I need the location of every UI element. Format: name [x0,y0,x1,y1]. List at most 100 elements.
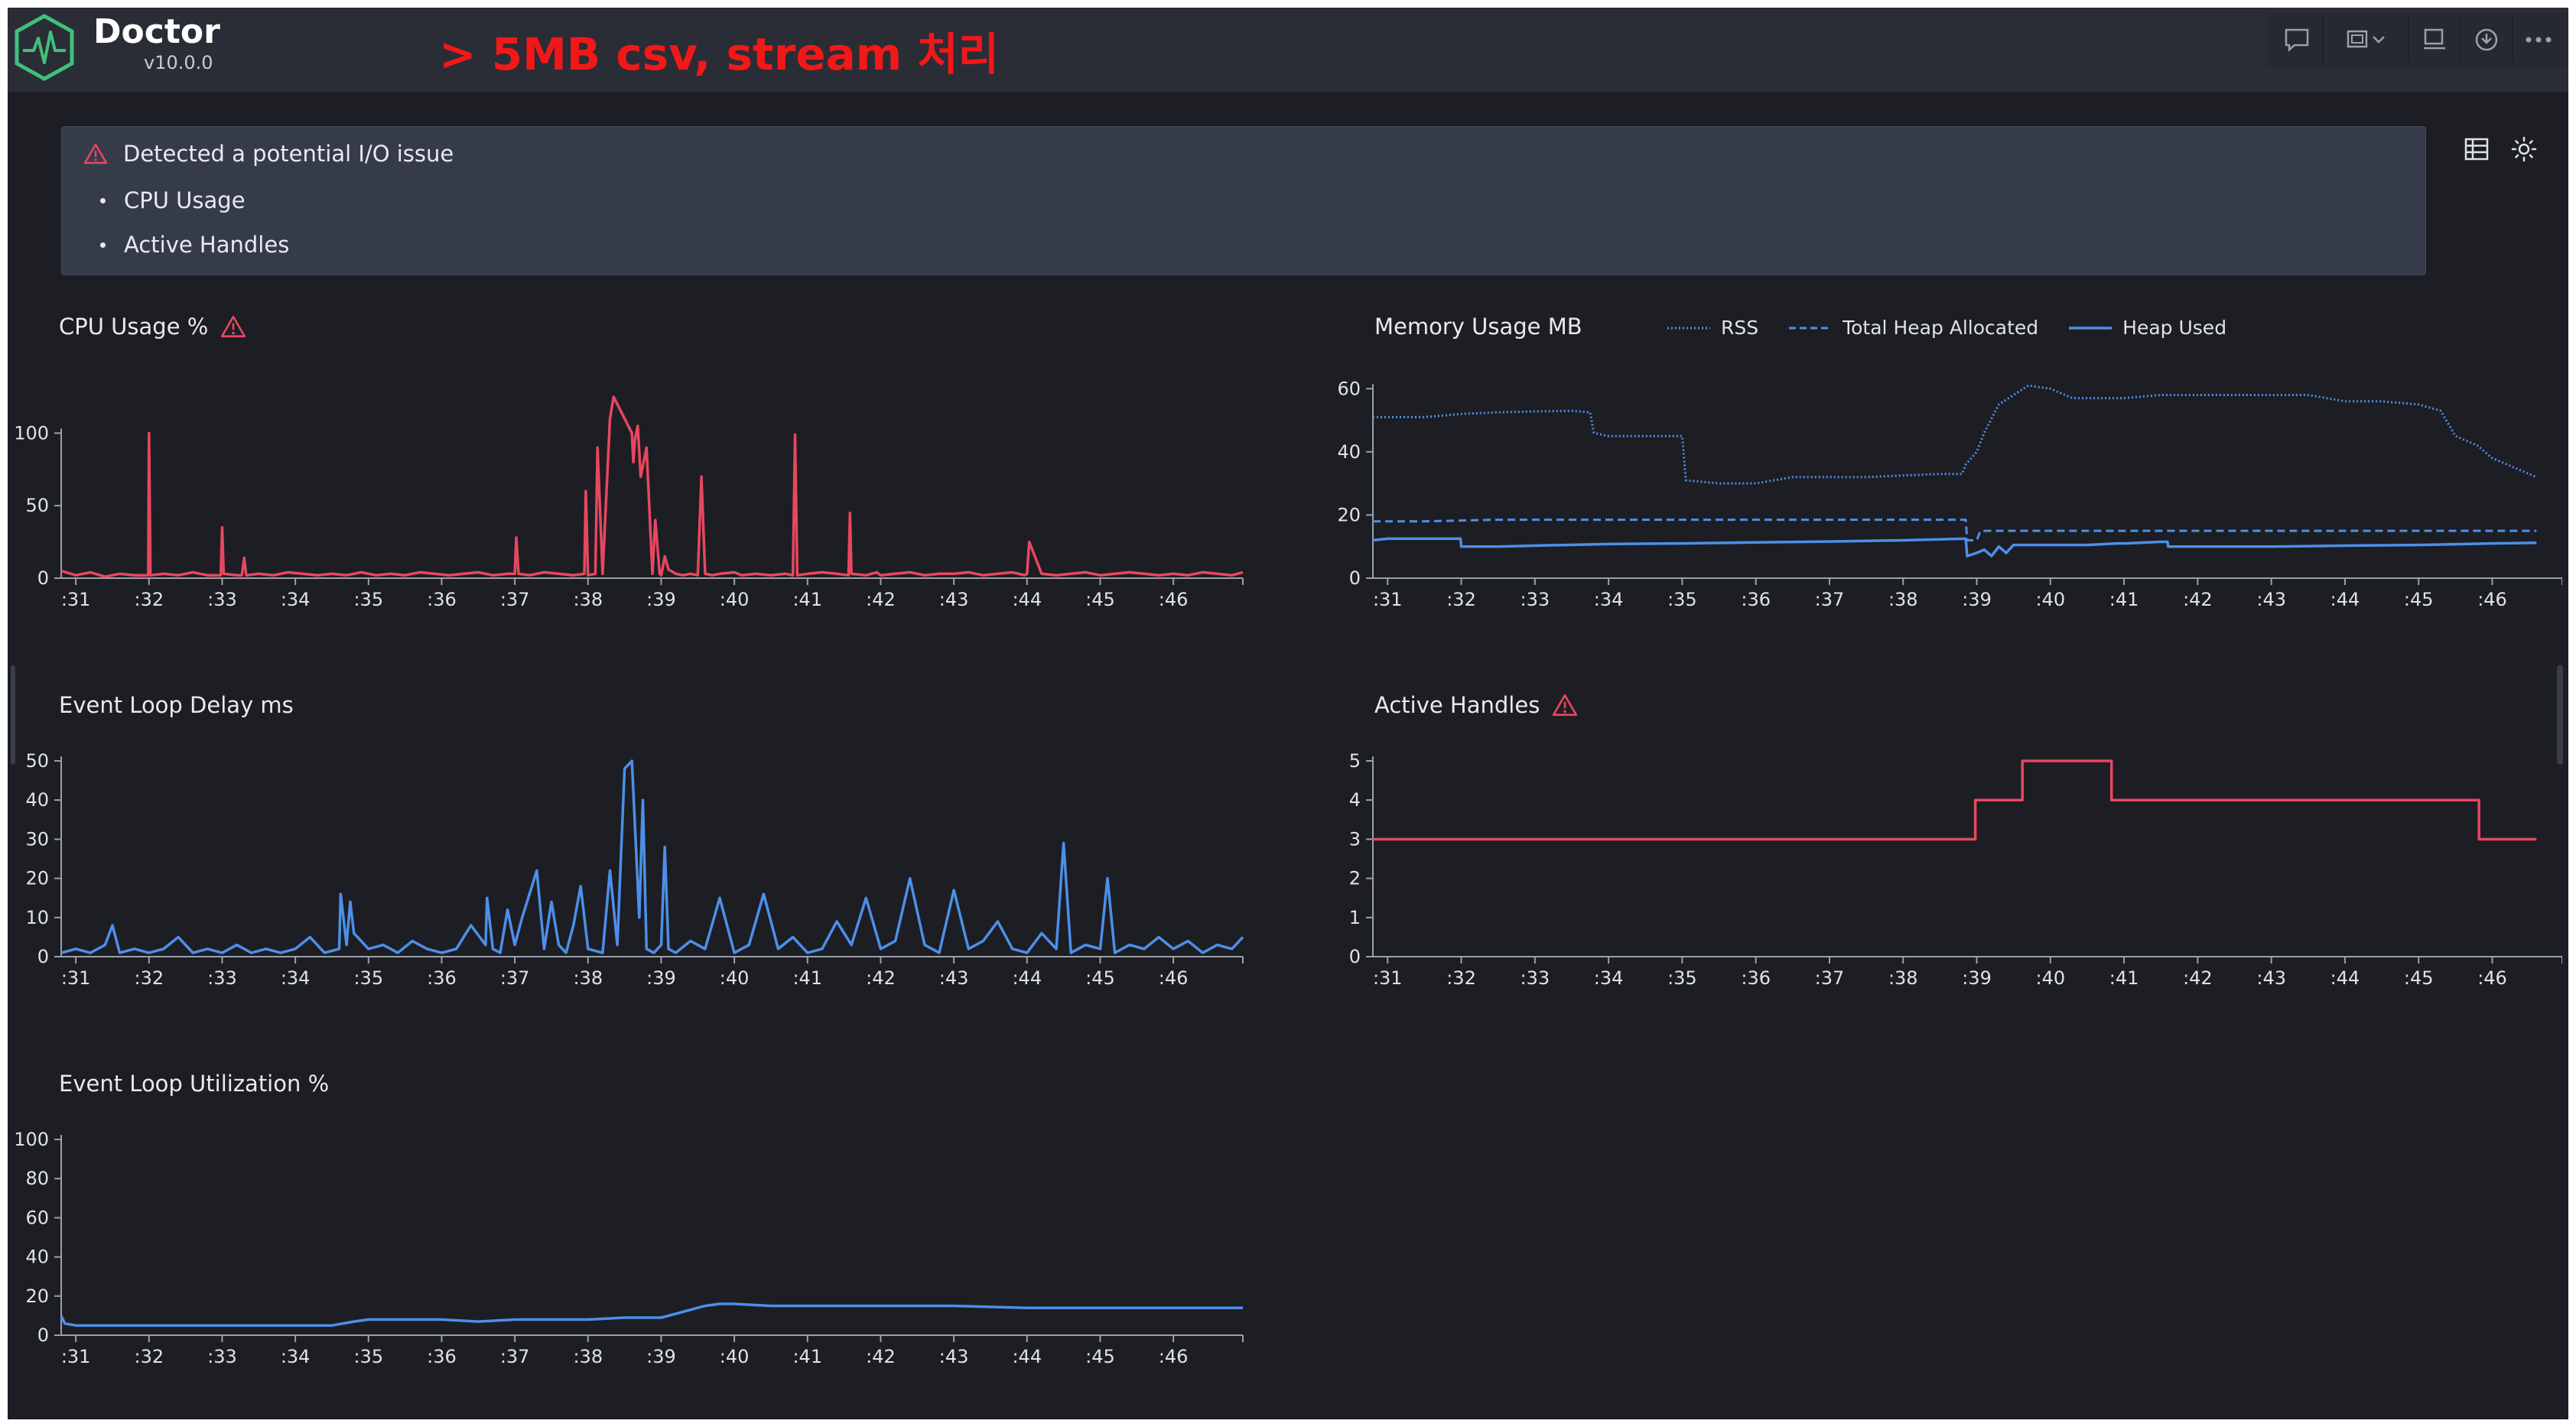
x-tick-label: :41 [792,589,822,610]
x-tick-label: :44 [1012,967,1042,989]
view-controls [2463,136,2538,162]
left-scroll-handle[interactable] [11,665,15,765]
screen-capture-icon [2347,30,2368,48]
x-tick-label: :36 [427,1346,457,1367]
x-tick-label: :42 [2183,589,2213,610]
x-tick-label: :40 [720,589,750,610]
x-tick-label: :41 [2109,967,2139,989]
legend-label: Heap Used [2122,317,2227,339]
x-tick-label: :37 [1815,589,1845,610]
y-tick-label: 50 [25,750,49,772]
y-tick-label: 4 [1349,789,1361,811]
x-tick-label: :45 [1085,1346,1115,1367]
cpu-title-label: CPU Usage % [59,314,209,340]
y-tick-label: 40 [1337,441,1361,463]
present-icon[interactable] [2409,17,2461,63]
y-tick-label: 2 [1349,868,1361,889]
x-tick-label: :34 [281,589,311,610]
x-tick-label: :43 [2256,967,2286,989]
x-tick-label: :35 [353,1346,383,1367]
y-tick-label: 100 [14,422,49,444]
y-tick-label: 20 [25,1286,49,1307]
doctor-logo [15,14,74,81]
x-tick-label: :33 [1521,589,1550,610]
right-scroll-handle[interactable] [2557,665,2563,765]
memory-legend: RSS Total Heap Allocated Heap Used [1667,317,2257,339]
y-tick-label: 0 [37,567,49,589]
y-tick-label: 5 [1349,750,1361,772]
total-heap-allocated-line [1373,518,2537,541]
x-tick-label: :32 [1446,967,1476,989]
x-tick-label: :34 [281,1346,311,1367]
io-issue-alert: Detected a potential I/O issue CPU Usage… [61,126,2426,275]
legend-item-rss: RSS [1667,317,1758,339]
x-tick-label: :44 [2330,589,2360,610]
y-tick-label: 60 [1337,378,1361,399]
x-tick-label: :35 [1667,967,1697,989]
x-tick-label: :39 [1962,589,1992,610]
legend-label: RSS [1721,317,1759,339]
doctor-app: Doctor v10.0.0 > 5MB csv, stream 처리 Dete… [8,8,2568,1419]
x-tick-label: :40 [2036,589,2066,610]
x-tick-label: :38 [1888,589,1918,610]
more-icon[interactable] [2513,17,2564,63]
legend-item-total-heap: Total Heap Allocated [1789,317,2038,339]
x-tick-label: :37 [1815,967,1845,989]
x-tick-label: :40 [720,967,750,989]
x-tick-label: :32 [1446,589,1476,610]
x-tick-label: :31 [61,1346,91,1367]
y-tick-label: 0 [1349,946,1361,967]
x-tick-label: :45 [1085,589,1115,610]
y-tick-label: 80 [25,1168,49,1189]
event-loop-delay-chart: 0 10 20 30 40 50:31:32:33:34:35:36:37:38:39:4… [25,750,1244,989]
annotation-text: > 5MB csv, stream 처리 [439,28,1000,80]
y-tick-label: 3 [1349,828,1361,850]
y-tick-label: 40 [25,1247,49,1268]
x-tick-label: :39 [1962,967,1992,989]
alert-item-label: CPU Usage [124,187,246,213]
cpu-chart-title: CPU Usage % [59,314,246,340]
x-tick-label: :33 [207,1346,237,1367]
cpu-usage-line [60,395,1244,578]
y-tick-label: 0 [37,946,49,967]
x-tick-label: :40 [2036,967,2066,989]
x-tick-label: :46 [2477,589,2507,610]
x-tick-label: :34 [1594,967,1624,989]
x-tick-label: :43 [2256,589,2286,610]
chevron-down-icon [2373,36,2385,44]
heap-used-line-swatch [2069,326,2113,330]
bullet [100,197,106,203]
x-tick-label: :46 [2477,967,2507,989]
x-tick-label: :38 [573,589,603,610]
x-tick-label: :41 [792,1346,822,1367]
x-tick-label: :46 [1159,589,1189,610]
x-tick-label: :32 [134,589,164,610]
download-icon[interactable] [2461,17,2513,63]
cpu-usage-chart: 0 50 100:31:32:33:34:35:36:37:38:39:40:41:… [14,395,1244,610]
x-tick-label: :42 [866,967,896,989]
comment-icon[interactable] [2272,17,2324,63]
memory-chart-title: Memory Usage MB [1374,314,1582,340]
event-loop-delay-ms-line [60,759,1244,954]
x-tick-label: :37 [500,1346,530,1367]
elu-chart-title: Event Loop Utilization % [59,1071,329,1097]
x-tick-label: :46 [1159,967,1189,989]
x-tick-label: :44 [1012,589,1042,610]
x-tick-label: :37 [500,589,530,610]
x-tick-label: :42 [866,1346,896,1367]
x-tick-label: :33 [207,589,237,610]
legend-label: Total Heap Allocated [1843,317,2039,339]
x-tick-label: :32 [134,967,164,989]
memory-usage-chart: 0 20 40 60:31:32:33:34:35:36:37:38:39:40:41… [1337,378,2562,610]
y-tick-label: 50 [25,495,49,516]
theme-toggle-icon[interactable] [2510,136,2538,162]
x-tick-label: :45 [1085,967,1115,989]
table-view-icon[interactable] [2463,136,2490,162]
x-tick-label: :34 [1594,589,1624,610]
x-tick-label: :41 [2109,589,2139,610]
x-tick-label: :42 [866,589,896,610]
screen-capture-button[interactable] [2324,17,2409,63]
event-loop-utilization-line [60,1302,1243,1327]
x-tick-label: :32 [134,1346,164,1367]
x-tick-label: :39 [646,967,676,989]
